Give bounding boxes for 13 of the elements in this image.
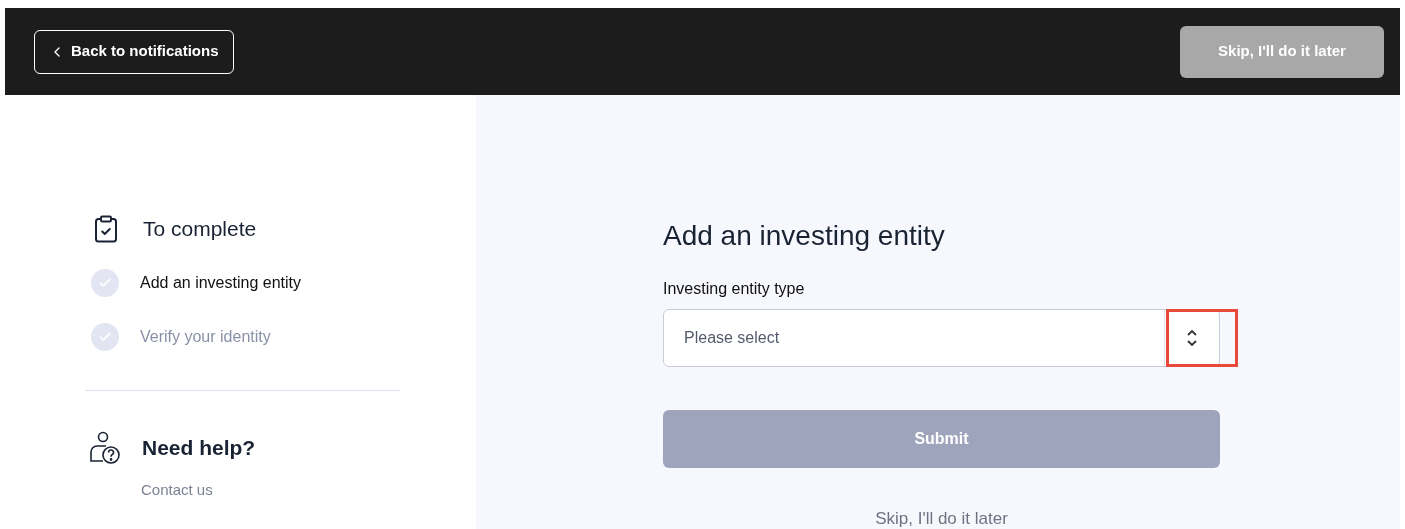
back-button[interactable]: Back to notifications	[34, 29, 234, 74]
step-label: Verify your identity	[140, 326, 271, 347]
up-down-chevron-icon	[1186, 328, 1198, 348]
field-label: Investing entity type	[663, 279, 805, 299]
form-title: Add an investing entity	[663, 219, 945, 253]
sidebar-title: To complete	[143, 216, 257, 242]
help-title: Need help?	[142, 434, 256, 461]
skip-link[interactable]: Skip, I'll do it later	[875, 506, 1008, 529]
person-help-icon	[89, 430, 123, 465]
contact-link[interactable]: Contact us	[141, 478, 213, 501]
step-label: Add an investing entity	[140, 272, 301, 293]
select-field[interactable]: Please select	[663, 309, 1220, 367]
select-placeholder: Please select	[684, 328, 780, 348]
